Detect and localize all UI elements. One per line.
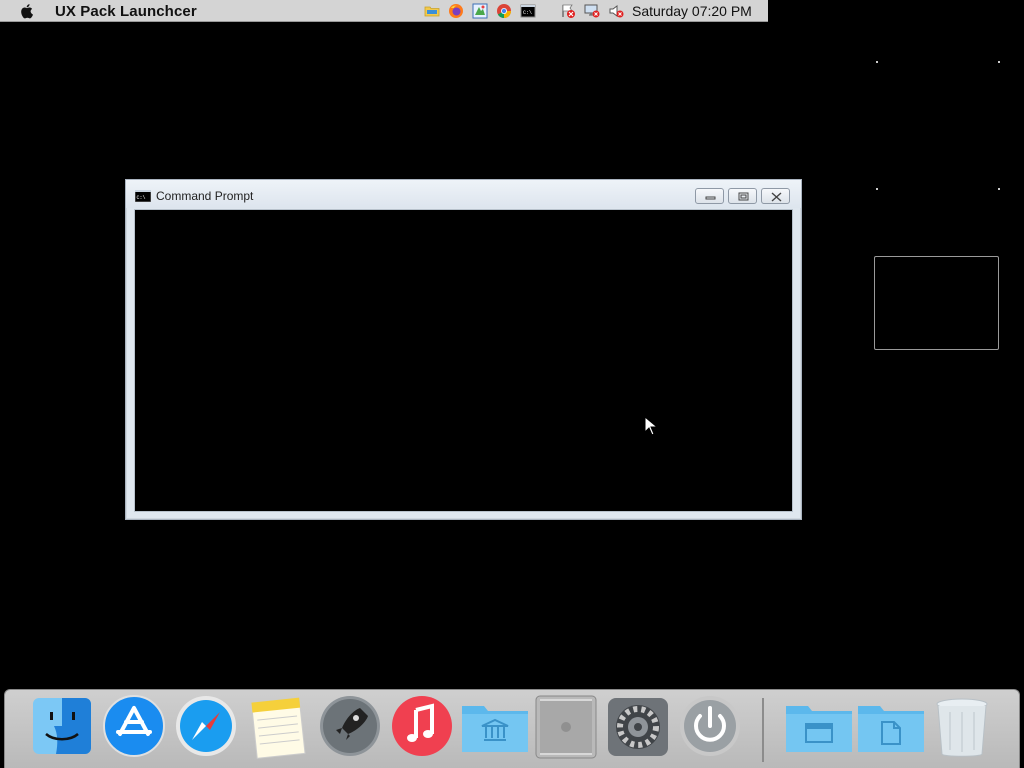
mouse-cursor-icon	[644, 416, 658, 436]
close-icon	[771, 192, 782, 202]
launchpad-icon[interactable]	[318, 694, 382, 760]
paint-icon[interactable]	[472, 3, 488, 19]
desktop-widget-frame	[876, 61, 1000, 190]
clock[interactable]: Saturday 07:20 PM	[632, 3, 752, 19]
menu-bar: UX Pack Launchcer C:\ Saturday 07:20 PM	[0, 0, 768, 22]
mac-pro-icon[interactable]	[534, 694, 598, 760]
volume-muted-icon[interactable]	[608, 3, 624, 19]
restore-button[interactable]	[728, 188, 757, 204]
widget-corner	[876, 61, 878, 63]
firefox-icon[interactable]	[448, 3, 464, 19]
finder-icon[interactable]	[30, 694, 94, 760]
documents-folder-icon[interactable]	[784, 694, 852, 760]
app-title[interactable]: UX Pack Launchcer	[55, 3, 197, 20]
cmd-window-icon: C:\	[135, 190, 151, 202]
dock-separator	[762, 698, 764, 762]
window-titlebar[interactable]: C:\ Command Prompt	[126, 180, 801, 208]
music-icon[interactable]	[390, 694, 454, 760]
command-prompt-window[interactable]: C:\ Command Prompt	[125, 179, 802, 520]
app-store-icon[interactable]	[102, 694, 166, 760]
network-error-icon[interactable]	[584, 3, 600, 19]
flag-error-icon[interactable]	[560, 3, 576, 19]
applications-folder-icon[interactable]	[460, 694, 528, 760]
minimize-button[interactable]	[695, 188, 724, 204]
files-folder-icon[interactable]	[856, 694, 924, 760]
close-button[interactable]	[761, 188, 790, 204]
widget-corner	[876, 188, 878, 190]
chrome-icon[interactable]	[496, 3, 512, 19]
console-area[interactable]	[134, 209, 793, 512]
apple-menu-icon[interactable]	[18, 2, 36, 20]
system-preferences-icon[interactable]	[606, 694, 670, 760]
svg-text:C:\: C:\	[523, 10, 532, 16]
window-title: Command Prompt	[156, 189, 254, 203]
notes-icon[interactable]	[246, 694, 310, 760]
folder-icon[interactable]	[424, 3, 440, 19]
power-icon[interactable]	[678, 694, 742, 760]
widget-corner	[998, 188, 1000, 190]
widget-corner	[998, 61, 1000, 63]
desktop-widget-box[interactable]	[874, 256, 999, 350]
trash-icon[interactable]	[932, 694, 996, 760]
restore-icon	[738, 192, 749, 201]
safari-icon[interactable]	[174, 694, 238, 760]
cmd-icon[interactable]: C:\	[520, 3, 536, 19]
minimize-icon	[705, 196, 716, 200]
svg-text:C:\: C:\	[137, 195, 146, 201]
